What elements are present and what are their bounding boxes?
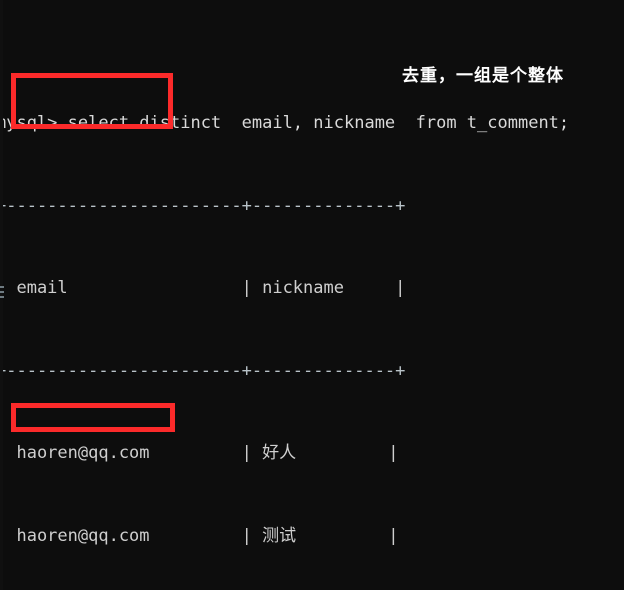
terminal-left-edge [0, 0, 3, 590]
terminal-edge-tick [0, 291, 4, 293]
table1-row: | haoren@qq.com | 好人 | [0, 443, 399, 463]
table1-rule-top: +-----------------------+--------------+ [0, 195, 406, 216]
terminal-edge-tick [0, 296, 4, 298]
terminal-edge-tick [0, 286, 4, 288]
annotation-note-dedup: 去重，一组是个整体 [402, 66, 564, 86]
table1-header-row: | email | nickname | [0, 278, 406, 298]
table1-rule-mid: +-----------------------+--------------+ [0, 360, 406, 381]
command-line-1: mysql> select distinct email, nickname f… [0, 113, 570, 133]
terminal-screen: mysql> select distinct email, nickname f… [0, 0, 624, 590]
table1-row: | haoren@qq.com | 测试 | [0, 525, 399, 546]
